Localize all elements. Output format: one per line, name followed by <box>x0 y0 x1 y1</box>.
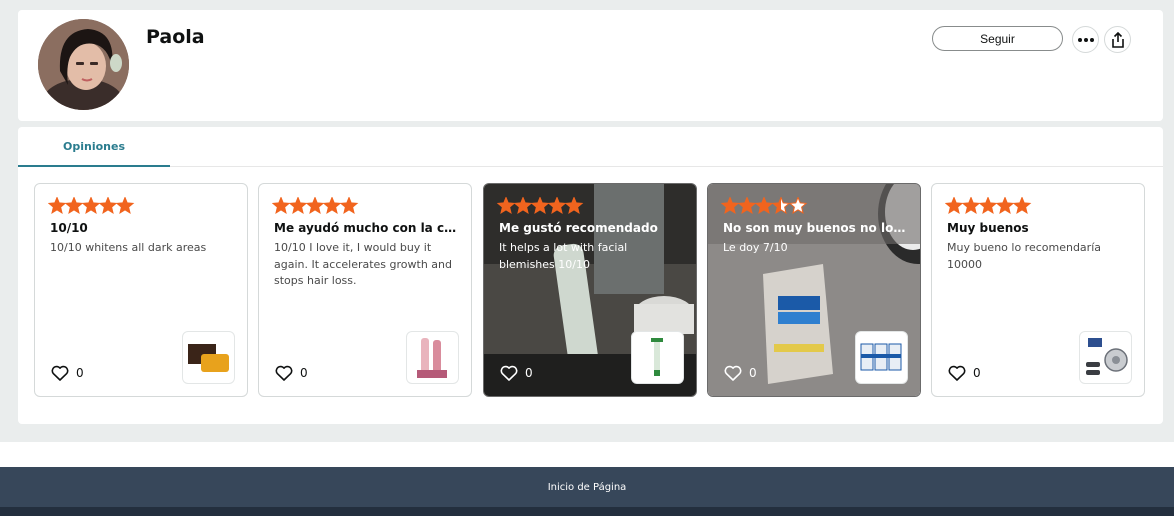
product-thumbnail[interactable] <box>631 331 684 384</box>
review-title: No son muy buenos no los recomiendo <box>723 221 909 235</box>
review-title: 10/10 <box>50 221 88 235</box>
like-button[interactable]: 0 <box>948 364 981 382</box>
heart-icon <box>500 365 518 381</box>
star-icon <box>754 197 774 214</box>
like-button[interactable]: 0 <box>275 364 308 382</box>
like-count: 0 <box>525 366 533 380</box>
rating-stars <box>48 197 135 214</box>
product-thumbnail[interactable] <box>855 331 908 384</box>
star-icon <box>1012 197 1032 214</box>
review-title: Me gustó recomendado <box>499 221 658 235</box>
star-icon <box>530 197 550 214</box>
star-icon <box>339 197 359 214</box>
star-icon <box>737 197 757 214</box>
avatar[interactable] <box>38 19 129 110</box>
star-icon <box>945 197 964 214</box>
like-button[interactable]: 0 <box>500 364 533 382</box>
follow-button[interactable]: Seguir <box>932 26 1063 51</box>
share-icon <box>1111 31 1124 48</box>
review-title: Me ayudó mucho con la caída del cabello <box>274 221 460 235</box>
like-count: 0 <box>749 366 757 380</box>
review-card[interactable]: No son muy buenos no los recomiendo Le d… <box>707 183 921 397</box>
heart-icon <box>724 365 742 381</box>
heart-icon <box>275 365 293 381</box>
review-body: 10/10 whitens all dark areas <box>50 241 207 254</box>
star-icon <box>978 197 998 214</box>
star-icon <box>64 197 84 214</box>
heart-icon <box>948 365 966 381</box>
rating-stars <box>497 197 584 214</box>
star-icon <box>721 197 740 214</box>
review-body: Le doy 7/10 <box>723 241 788 254</box>
review-body: It helps a lot with facial blemishes 10/… <box>499 241 628 271</box>
star-icon <box>98 197 118 214</box>
star-icon <box>547 197 567 214</box>
review-title: Muy buenos <box>947 221 1029 235</box>
product-thumbnail[interactable] <box>1079 331 1132 384</box>
heart-icon <box>51 365 69 381</box>
tab-bar: Opiniones <box>18 127 1163 167</box>
like-button[interactable]: 0 <box>51 364 84 382</box>
rating-stars <box>721 197 808 214</box>
star-icon <box>115 197 135 214</box>
page-spacer <box>0 442 1174 467</box>
review-card[interactable]: 10/10 10/10 whitens all dark areas 0 <box>34 183 248 397</box>
rating-stars <box>272 197 359 214</box>
like-count: 0 <box>973 366 981 380</box>
profile-header: Paola Seguir <box>18 10 1163 121</box>
like-button[interactable]: 0 <box>724 364 757 382</box>
star-icon <box>564 197 584 214</box>
star-icon <box>771 197 791 214</box>
share-button[interactable] <box>1104 26 1131 53</box>
product-thumbnail[interactable] <box>182 331 235 384</box>
review-card[interactable]: Muy buenos Muy bueno lo recomendaría 100… <box>931 183 1145 397</box>
star-icon <box>995 197 1015 214</box>
star-icon <box>81 197 101 214</box>
product-thumbnail[interactable] <box>406 331 459 384</box>
like-count: 0 <box>76 366 84 380</box>
star-icon <box>788 197 808 214</box>
review-body: 10/10 I love it, I would buy it again. I… <box>274 241 453 287</box>
star-icon <box>513 197 533 214</box>
review-card[interactable]: Me gustó recomendado It helps a lot with… <box>483 183 697 397</box>
footer-strip <box>0 507 1174 516</box>
tab-opiniones[interactable]: Opiniones <box>18 127 170 167</box>
more-options-button[interactable] <box>1072 26 1099 53</box>
star-icon <box>322 197 342 214</box>
star-icon <box>305 197 325 214</box>
like-count: 0 <box>300 366 308 380</box>
back-to-top-link[interactable]: Inicio de Página <box>0 467 1174 507</box>
star-icon <box>272 197 291 214</box>
star-icon <box>48 197 67 214</box>
star-icon <box>961 197 981 214</box>
review-body: Muy bueno lo recomendaría 10000 <box>947 241 1101 271</box>
rating-stars <box>945 197 1032 214</box>
profile-name: Paola <box>146 26 205 48</box>
reviews-section: Opiniones 10/10 10/10 whitens all dark a… <box>18 127 1163 424</box>
review-card[interactable]: Me ayudó mucho con la caída del cabello … <box>258 183 472 397</box>
star-icon <box>497 197 516 214</box>
ellipsis-icon <box>1077 37 1094 42</box>
star-icon <box>288 197 308 214</box>
